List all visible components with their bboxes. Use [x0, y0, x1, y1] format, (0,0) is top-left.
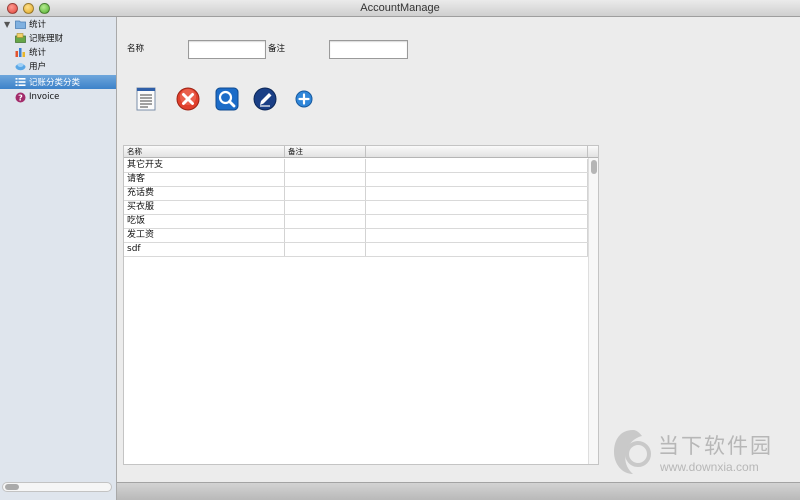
- bar-chart-icon: [15, 48, 25, 57]
- cell-note: [285, 187, 366, 200]
- cell-note: [285, 201, 366, 214]
- scrollbar-knob[interactable]: [591, 160, 597, 174]
- cell-name: 吃饭: [124, 215, 285, 228]
- document-icon[interactable]: [133, 86, 159, 112]
- table-header: 名称 备注: [124, 146, 598, 158]
- bottom-status-bar: [117, 482, 800, 500]
- table-row[interactable]: 吃饭: [124, 215, 588, 229]
- folder-icon: [15, 20, 26, 29]
- title-bar: AccountManage: [0, 0, 800, 17]
- sidebar-item-stats[interactable]: 统计: [0, 45, 116, 59]
- watermark-name: 当下软件园: [658, 434, 773, 458]
- sidebar-item-label: 用户: [29, 62, 47, 72]
- column-header-name[interactable]: 名称: [124, 146, 285, 157]
- sidebar-horizontal-scrollbar[interactable]: [2, 482, 112, 492]
- column-header-extra[interactable]: [366, 146, 588, 157]
- note-label: 备注: [268, 44, 286, 54]
- sidebar-item-users[interactable]: 用户: [0, 59, 116, 73]
- sidebar-item-label: 记账分类分类: [29, 78, 81, 88]
- cell-name: 请客: [124, 173, 285, 186]
- cell-extra: [366, 201, 588, 214]
- add-icon[interactable]: [293, 88, 315, 110]
- watermark-url: www.downxia.com: [660, 460, 759, 474]
- name-label: 名称: [127, 44, 145, 54]
- column-header-note[interactable]: 备注: [285, 146, 366, 157]
- cell-note: [285, 173, 366, 186]
- svg-text:?: ?: [18, 93, 23, 102]
- table-row[interactable]: sdf: [124, 243, 588, 257]
- category-list-icon: [15, 78, 26, 86]
- sidebar-item-label: Invoice: [29, 92, 60, 102]
- edit-icon[interactable]: [252, 86, 278, 112]
- ledger-icon: [15, 33, 26, 43]
- cell-extra: [366, 243, 588, 256]
- sidebar-item-category[interactable]: 记账分类分类: [0, 75, 116, 89]
- sidebar-item-stats-group[interactable]: ▼ 统计: [0, 17, 116, 31]
- delete-icon[interactable]: [175, 86, 201, 112]
- search-icon[interactable]: [214, 86, 240, 112]
- sidebar-item-label: 统计: [29, 48, 47, 58]
- table-row[interactable]: 买衣服: [124, 201, 588, 215]
- cell-name: 买衣服: [124, 201, 285, 214]
- window-title: AccountManage: [360, 2, 440, 14]
- question-icon: ?: [15, 92, 26, 102]
- scrollbar-knob[interactable]: [5, 484, 19, 490]
- cell-name: 充话费: [124, 187, 285, 200]
- table-row[interactable]: 其它开支: [124, 159, 588, 173]
- table-row[interactable]: 充话费: [124, 187, 588, 201]
- disclosure-triangle-icon[interactable]: ▼: [4, 20, 10, 29]
- cell-note: [285, 215, 366, 228]
- sidebar-item-label: 记账理财: [29, 34, 64, 44]
- sidebar: ▼ 统计 记账理财 统计 用户 记账分类分类 ? Invoice: [0, 17, 117, 500]
- cell-note: [285, 159, 366, 172]
- cell-name: 其它开支: [124, 159, 285, 172]
- cell-name: 发工资: [124, 229, 285, 242]
- category-table[interactable]: 名称 备注 其它开支 请客 充话费 买衣服 吃饭 发工资 sdf: [123, 145, 599, 465]
- watermark-logo-icon: [614, 430, 651, 474]
- watermark: 当下软件园 www.downxia.com: [612, 424, 792, 480]
- sidebar-item-bookkeeping[interactable]: 记账理财: [0, 31, 116, 45]
- note-input[interactable]: [329, 40, 408, 59]
- cell-extra: [366, 215, 588, 228]
- cell-note: [285, 243, 366, 256]
- cell-extra: [366, 187, 588, 200]
- table-vertical-scrollbar[interactable]: [588, 158, 598, 464]
- cell-extra: [366, 229, 588, 242]
- sidebar-item-invoice[interactable]: ? Invoice: [0, 90, 116, 104]
- cell-extra: [366, 173, 588, 186]
- cell-name: sdf: [124, 243, 285, 256]
- table-row[interactable]: 请客: [124, 173, 588, 187]
- cell-note: [285, 229, 366, 242]
- cell-extra: [366, 159, 588, 172]
- table-row[interactable]: 发工资: [124, 229, 588, 243]
- users-icon: [15, 63, 26, 71]
- name-input[interactable]: [188, 40, 266, 59]
- sidebar-item-label: 统计: [29, 20, 47, 30]
